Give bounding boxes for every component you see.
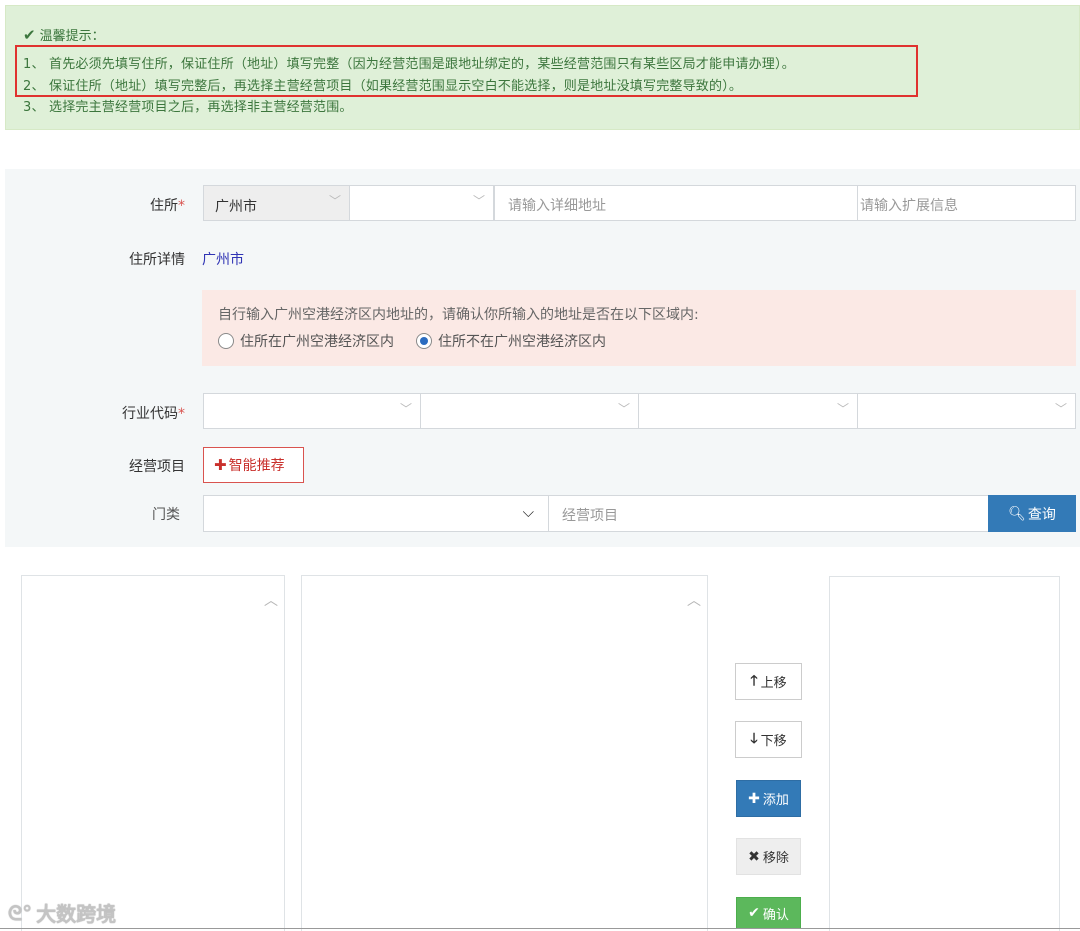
district-select[interactable]: ﹀ [349,185,494,221]
chevron-down-icon: ﹀ [472,194,485,208]
move-up-label: 上移 [760,676,787,691]
chevron-down-icon: ⌵ [522,503,534,521]
tip-title: ✔ 温馨提示： [23,25,105,45]
add-label: 添加 [762,793,789,808]
plus-icon: ✚ [748,790,760,807]
chevron-down-icon: ﹀ [836,402,849,416]
tip-panel: ✔ 温馨提示： 1、 首先必须先填写住所，保证住所（地址）填写完整（因为经营范围… [5,5,1080,130]
search-icon: 🔍︎ [1008,505,1026,522]
zone-radio-group: 住所在广州空港经济区内 住所不在广州空港经济区内 [218,331,606,351]
chevron-down-icon: ﹀ [328,194,341,208]
confirm-button[interactable]: ✔ 确认 [736,897,801,929]
watermark: ᘓ° 大数跨境 [8,898,116,927]
arrow-down-icon: 🡓 [750,730,758,747]
radio-circle-selected[interactable] [416,333,432,349]
industry-code-label: 行业代码* [5,403,185,423]
industry-select-4[interactable]: ﹀ [857,393,1076,429]
smart-recommend-button[interactable]: ✚ 智能推荐 [203,447,304,483]
business-label: 经营项目 [129,459,185,475]
address-label-text: 住所 [150,198,178,214]
category-list-box[interactable]: ︿ [21,575,285,931]
move-down-button[interactable]: 🡓 下移 [735,721,802,758]
chevron-down-icon: ﹀ [399,402,412,416]
chevron-down-icon: ﹀ [1054,402,1067,416]
address-detail-value: 广州市 [202,252,244,268]
business-item-list-box[interactable]: ︿ [301,575,708,931]
bottom-divider [0,928,1080,929]
business-item-search-input[interactable]: 经营项目 [548,495,989,532]
query-button-label: 查询 [1027,506,1056,523]
category-label: 门类 [152,507,180,523]
move-up-button[interactable]: 🡑 上移 [735,663,802,700]
industry-select-2[interactable]: ﹀ [420,393,639,429]
move-down-label: 下移 [760,734,787,749]
city-select-value: 广州市 [215,199,257,215]
chevron-up-icon[interactable]: ︿ [264,590,278,610]
selected-items-box[interactable] [829,576,1060,931]
close-icon: ✖ [748,848,760,865]
airport-zone-notice: 自行输入广州空港经济区内地址的，请确认你所输入的地址是否在以下区域内: 住所在广… [202,290,1076,366]
address-label: 住所* [5,195,185,215]
tip-title-text: 温馨提示： [39,29,105,44]
extension-info-input[interactable]: 请输入扩展信息 [857,185,1076,221]
radio-in-zone[interactable]: 住所在广州空港经济区内 [218,331,394,351]
required-mark: * [178,198,185,214]
industry-select-1[interactable]: ﹀ [203,393,421,429]
confirm-label: 确认 [762,907,789,923]
city-select[interactable]: 广州市 ﹀ [203,185,350,221]
check-icon: ✔ [23,25,36,44]
query-button[interactable]: 🔍︎ 查询 [988,495,1076,532]
remove-label: 移除 [762,851,789,866]
chevron-up-icon[interactable]: ︿ [687,590,701,610]
notice-text: 自行输入广州空港经济区内地址的，请确认你所输入的地址是否在以下区域内: [218,307,699,323]
highlight-box [15,45,918,97]
watermark-logo-icon: ᘓ° [8,900,33,925]
plus-icon: ✚ [214,456,227,474]
tip-line-3: 3、 选择完主营经营项目之后，再选择非主营经营范围。 [23,100,353,115]
arrow-up-icon: 🡑 [750,672,758,689]
smart-recommend-label: 智能推荐 [228,458,285,474]
add-button[interactable]: ✚ 添加 [736,780,801,817]
remove-button[interactable]: ✖ 移除 [736,838,801,875]
radio-in-zone-label: 住所在广州空港经济区内 [240,334,394,350]
watermark-text: 大数跨境 [36,902,117,926]
radio-circle[interactable] [218,333,234,349]
detail-address-input[interactable]: 请输入详细地址 [494,185,858,221]
category-select[interactable]: ⌵ [203,495,549,532]
check-icon: ✔ [748,905,760,921]
radio-out-zone[interactable]: 住所不在广州空港经济区内 [416,331,606,351]
industry-select-3[interactable]: ﹀ [638,393,858,429]
radio-out-zone-label: 住所不在广州空港经济区内 [438,334,606,350]
chevron-down-icon: ﹀ [617,402,630,416]
industry-code-label-text: 行业代码 [122,406,178,422]
form-panel: 住所* 广州市 ﹀ ﹀ 请输入详细地址 请输入扩展信息 住所详情 广州市 自行输… [5,169,1080,547]
required-mark: * [178,406,185,422]
address-detail-label: 住所详情 [129,252,185,268]
